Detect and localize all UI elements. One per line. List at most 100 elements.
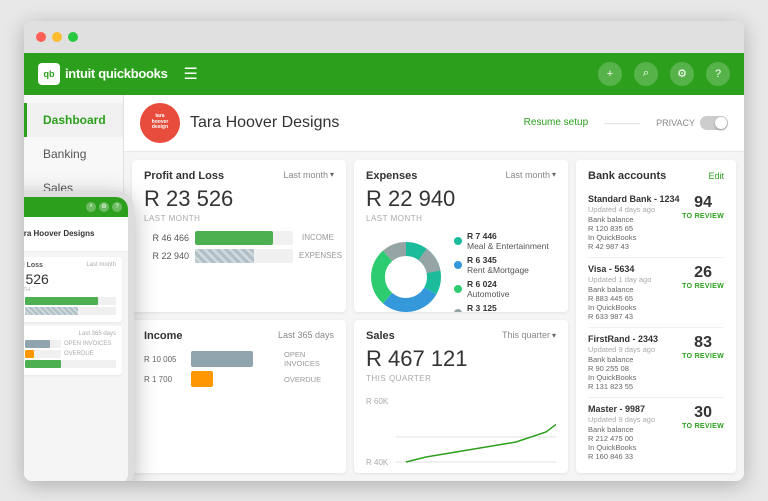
sales-period-chevron: ▾ xyxy=(552,331,556,340)
resume-setup-link[interactable]: Resume setup xyxy=(524,117,588,128)
phone-pl-period: Last month xyxy=(86,262,116,269)
phone-extra-track xyxy=(25,360,116,368)
bank-name-firstrand: FirstRand - 2343 xyxy=(588,334,658,344)
browser-dot-red[interactable] xyxy=(36,32,46,42)
bank-name-visa: Visa - 5634 xyxy=(588,264,651,274)
phone-expenses-bar-row: R 22 940 xyxy=(24,307,116,315)
company-header: tarahooverdesign Tara Hoover Designs Res… xyxy=(124,95,744,152)
privacy-label: PRIVACY xyxy=(656,118,695,128)
bank-account-standard[interactable]: Standard Bank - 1234 Updated 4 days ago … xyxy=(588,188,724,258)
phone-open-label: OPEN INVOICES xyxy=(64,341,116,347)
bank-balance-visa: Bank balance xyxy=(588,285,651,294)
sales-chart: R 60K R 40K xyxy=(366,397,556,467)
bank-review-master: 30 TO REVIEW xyxy=(682,404,724,430)
pl-expenses-row: R 22 940 EXPENSES xyxy=(144,249,334,263)
bank-balance-standard: Bank balance xyxy=(588,215,680,224)
bank-updated-firstrand: Updated 9 days ago xyxy=(588,345,658,354)
income-open-label: OPEN INVOICES xyxy=(284,350,334,368)
legend-dot-meal xyxy=(454,237,462,245)
expenses-card-period[interactable]: Last month ▾ xyxy=(505,170,556,180)
legend-item-travel: R 3 125 Travel Expenses xyxy=(454,303,549,313)
phone-screen: ⌕ ⚙ ? T Tara Hoover Designs Profit and L… xyxy=(24,197,128,481)
bank-qb-firstrand: In QuickBooks xyxy=(588,373,658,382)
pl-sublabel: LAST MONTH xyxy=(144,214,334,223)
bank-account-visa[interactable]: Visa - 5634 Updated 1 day ago Bank balan… xyxy=(588,258,724,328)
add-icon[interactable]: + xyxy=(598,62,622,86)
review-label-standard: TO REVIEW xyxy=(682,213,724,220)
sidebar-item-banking[interactable]: Banking xyxy=(24,137,123,171)
phone-income-card: Income Last 365 days R 10 065 OPEN INVOI… xyxy=(24,326,122,375)
review-count-standard: 94 xyxy=(694,194,712,212)
bank-balance-val-visa: R 883 445 65 xyxy=(588,294,651,303)
phone-pl-title: Profit and Loss xyxy=(24,262,43,269)
income-card-period[interactable]: Last 365 days xyxy=(278,330,334,340)
review-label-visa: TO REVIEW xyxy=(682,283,724,290)
phone-overlay: ⌕ ⚙ ? T Tara Hoover Designs Profit and L… xyxy=(24,191,134,481)
browser-dot-yellow[interactable] xyxy=(52,32,62,42)
bank-balance-val-standard: R 120 835 65 xyxy=(588,224,680,233)
expenses-card-title: Expenses xyxy=(366,170,417,182)
legend-dot-travel xyxy=(454,309,462,313)
phone-topbar: ⌕ ⚙ ? xyxy=(24,197,128,217)
phone-company-header: T Tara Hoover Designs xyxy=(24,217,128,252)
bank-qb-standard: In QuickBooks xyxy=(588,233,680,242)
content-area: tarahooverdesign Tara Hoover Designs Res… xyxy=(124,95,744,481)
sales-sublabel: THIS QUARTER xyxy=(366,374,556,383)
income-open-track xyxy=(191,351,279,367)
pl-expenses-tag: EXPENSES xyxy=(299,251,334,260)
legend-item-rent: R 6 345 Rent &Mortgage xyxy=(454,255,549,275)
review-count-visa: 26 xyxy=(694,264,712,282)
phone-overdue-track xyxy=(25,350,61,358)
donut-chart xyxy=(366,237,446,313)
phone-overdue-label: OVERDUE xyxy=(64,351,116,357)
income-overdue-row: R 1 700 OVERDUE xyxy=(144,371,334,387)
privacy-toggle[interactable]: PRIVACY xyxy=(656,116,728,130)
bank-accounts-card: Bank accounts Edit Standard Bank - 1234 … xyxy=(576,160,736,473)
phone-overdue-row: R 1 750 OVERDUE xyxy=(24,350,116,358)
sales-card-title: Sales xyxy=(366,330,395,342)
toggle-track[interactable] xyxy=(700,116,728,130)
pl-income-value: R 46 466 xyxy=(144,233,189,243)
bank-balance-val-master: R 212 475 00 xyxy=(588,434,655,443)
menu-icon[interactable]: ☰ xyxy=(184,64,198,84)
bank-updated-master: Updated 9 days ago xyxy=(588,415,655,424)
bank-qb-master: In QuickBooks xyxy=(588,443,655,452)
pl-income-row: R 46 466 INCOME xyxy=(144,231,334,245)
sidebar-item-dashboard[interactable]: Dashboard xyxy=(24,103,123,137)
bank-edit-link[interactable]: Edit xyxy=(708,171,724,181)
phone-pl-card: Profit and Loss Last month R 23 526 LAST… xyxy=(24,257,122,322)
legend-item-auto: R 6 024 Automotive xyxy=(454,279,549,299)
sales-card-period[interactable]: This quarter ▾ xyxy=(502,330,556,340)
phone-pl-sub: LAST MONTH xyxy=(24,287,116,293)
review-count-firstrand: 83 xyxy=(694,334,712,352)
pl-card: Profit and Loss Last month ▾ R 23 526 LA… xyxy=(132,160,346,313)
bank-account-master[interactable]: Master - 9987 Updated 9 days ago Bank ba… xyxy=(588,398,724,463)
bank-account-firstrand[interactable]: FirstRand - 2343 Updated 9 days ago Bank… xyxy=(588,328,724,398)
bank-card-header: Bank accounts Edit xyxy=(588,170,724,182)
bank-updated-visa: Updated 1 day ago xyxy=(588,275,651,284)
browser-dot-green[interactable] xyxy=(68,32,78,42)
income-overdue-value: R 1 700 xyxy=(144,375,186,384)
phone-open-track xyxy=(25,340,61,348)
pl-card-period[interactable]: Last month ▾ xyxy=(283,170,334,180)
pl-bars: R 46 466 INCOME R 22 940 EXPENSES xyxy=(144,231,334,263)
search-icon[interactable]: ⌕ xyxy=(634,62,658,86)
period-chevron: ▾ xyxy=(330,170,334,179)
income-card: Income Last 365 days R 10 005 OPEN INVOI… xyxy=(132,320,346,473)
expenses-big-number: R 22 940 xyxy=(366,186,556,212)
review-label-master: TO REVIEW xyxy=(682,423,724,430)
settings-icon[interactable]: ⚙ xyxy=(670,62,694,86)
pl-expenses-track xyxy=(195,249,293,263)
expenses-legend: R 7 446 Meal & Entertainment R 6 345 Ren… xyxy=(454,231,549,313)
review-label-firstrand: TO REVIEW xyxy=(682,353,724,360)
bank-qb-val-firstrand: R 131 823 55 xyxy=(588,382,658,391)
income-open-row: R 10 005 OPEN INVOICES xyxy=(144,350,334,368)
company-name: Tara Hoover Designs xyxy=(190,114,339,132)
pl-income-track xyxy=(195,231,293,245)
help-icon[interactable]: ? xyxy=(706,62,730,86)
pl-expenses-value: R 22 940 xyxy=(144,251,189,261)
dashboard-grid: Profit and Loss Last month ▾ R 23 526 LA… xyxy=(124,152,744,481)
income-overdue-label: OVERDUE xyxy=(284,375,334,384)
review-count-master: 30 xyxy=(694,404,712,422)
pl-expenses-fill xyxy=(195,249,254,263)
